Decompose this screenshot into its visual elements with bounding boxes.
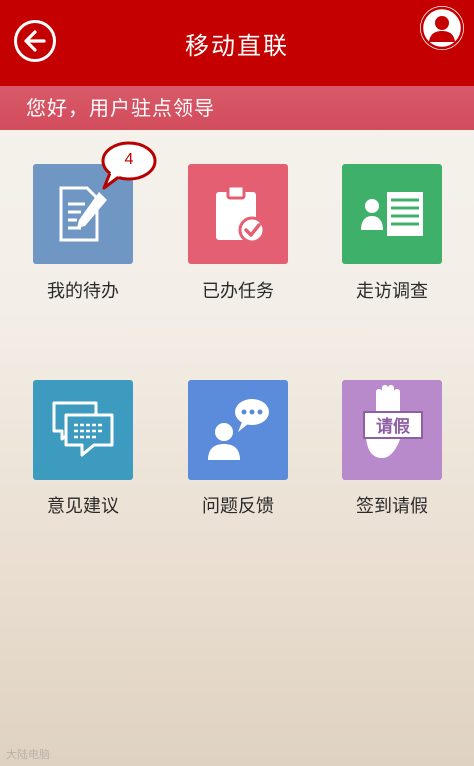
- person-list-icon: [361, 192, 423, 236]
- completed-tasks-label: 已办任务: [202, 281, 274, 302]
- visit-survey-tile[interactable]: [342, 164, 442, 264]
- user-icon: [420, 6, 464, 50]
- edit-document-icon: [59, 186, 107, 242]
- person-speech-icon: [208, 399, 269, 460]
- my-todo-label: 我的待办: [47, 281, 119, 302]
- top-bar: 移动直联: [0, 0, 474, 86]
- sign-leave-tile[interactable]: 请假: [342, 380, 442, 480]
- visit-survey-label: 走访调查: [356, 281, 428, 302]
- watermark: 大陆电脑: [6, 748, 50, 761]
- greeting-bar: 您好，用户驻点领导: [0, 86, 474, 130]
- user-avatar-button[interactable]: [420, 6, 464, 50]
- suggestions-tile[interactable]: [33, 380, 133, 480]
- page-title: 移动直联: [185, 32, 289, 60]
- feedback-label: 问题反馈: [202, 496, 274, 517]
- feedback-tile[interactable]: [188, 380, 288, 480]
- hand-sign-icon: 请假: [363, 385, 423, 458]
- chat-bubbles-icon: [52, 401, 114, 457]
- sign-leave-label: 签到请假: [356, 496, 428, 517]
- todo-count-badge: 4: [124, 151, 134, 168]
- clipboard-check-icon: [216, 184, 266, 244]
- completed-tasks-tile[interactable]: [188, 164, 288, 264]
- leave-sign-text: 请假: [376, 416, 410, 437]
- suggestions-label: 意见建议: [47, 496, 119, 517]
